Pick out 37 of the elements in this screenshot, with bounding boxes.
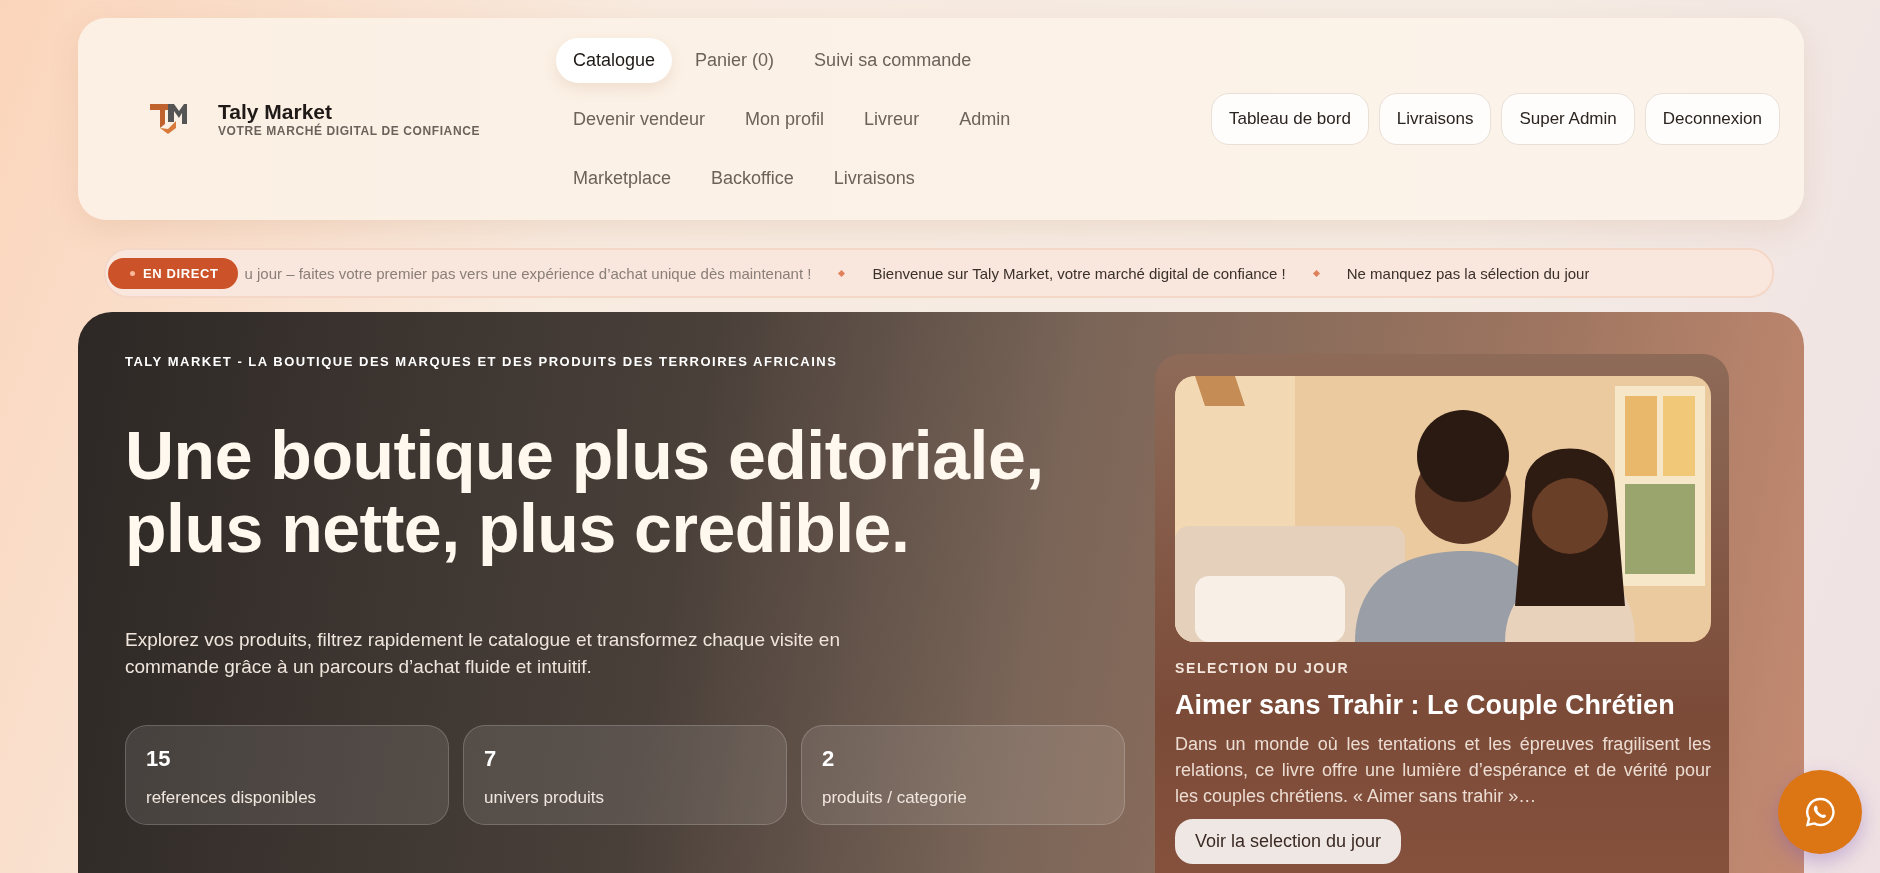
stat-label: univers produits	[484, 787, 604, 808]
action-button[interactable]: Tableau de bord	[1210, 93, 1369, 145]
live-badge: EN DIRECT	[108, 257, 239, 289]
phone-bubble-icon	[1804, 796, 1836, 828]
stat-label: references disponibles	[146, 787, 317, 808]
ticker-message: Bienvenue sur Taly Market, votre marché digital de confiance !	[872, 264, 1286, 282]
nav-link[interactable]: Suivi sa commande	[797, 37, 989, 83]
ticker-message: Ne manquez pas la sélection du jour	[1346, 264, 1590, 282]
stat-value: 7	[484, 745, 497, 772]
hero-kicker: TALY MARKET - LA BOUTIQUE DES MARQUES ET DES PRODUITS DES TERROIRES AFRICAINS	[125, 354, 839, 369]
hero-intro: Explorez vos produits, filtrez rapidement le catalogue et transformez chaque visite en commande grâce à un parcours d’achat fluide et intuitif.	[125, 627, 841, 680]
feature-kicker: SELECTION DU JOUR	[1175, 660, 1350, 676]
nav-link[interactable]: Livraisons	[816, 155, 932, 201]
nav-link[interactable]: Catalogue	[556, 37, 673, 83]
nav-link[interactable]: Livreur	[847, 96, 937, 142]
nav-link[interactable]: Backoffice	[694, 155, 811, 201]
feature-button[interactable]: Voir la selection du jour	[1175, 819, 1402, 865]
feature-title: Aimer sans Trahir : Le Couple Chrétien	[1175, 690, 1675, 721]
brand-name: Taly Market	[218, 100, 333, 123]
hero-title: Une boutique plus editoriale, plus nette, plus credible.	[125, 419, 1045, 566]
separator-icon	[838, 269, 846, 277]
nav-link[interactable]: Marketplace	[556, 155, 689, 201]
stat-value: 15	[146, 745, 171, 772]
logo-icon	[148, 101, 188, 137]
action-button[interactable]: Super Admin	[1501, 93, 1635, 145]
nav-link[interactable]: Admin	[942, 96, 1028, 142]
stat-value: 2	[822, 745, 835, 772]
nav-link[interactable]: Panier (0)	[678, 37, 792, 83]
nav-link[interactable]: Devenir vendeur	[556, 96, 723, 142]
nav-link[interactable]: Mon profil	[728, 96, 842, 142]
feature-description: Dans un monde où les tentations et les épreuves fragilisent les relations, ce livre offre une lumière d’espérance et de vérité pour les couples chrétiens. « Aimer sans trahir »…	[1175, 733, 1711, 809]
separator-icon	[1312, 269, 1320, 277]
stat-label: produits / categorie	[822, 787, 967, 808]
brand-tagline: VOTRE MARCHÉ DIGITAL DE CONFIANCE	[218, 124, 481, 138]
action-button[interactable]: Livraisons	[1378, 93, 1492, 145]
ticker-message: u jour – faites votre premier pas vers une expérience d’achat unique dès maintenant !	[244, 264, 812, 282]
action-button[interactable]: Deconnexion	[1644, 93, 1780, 145]
